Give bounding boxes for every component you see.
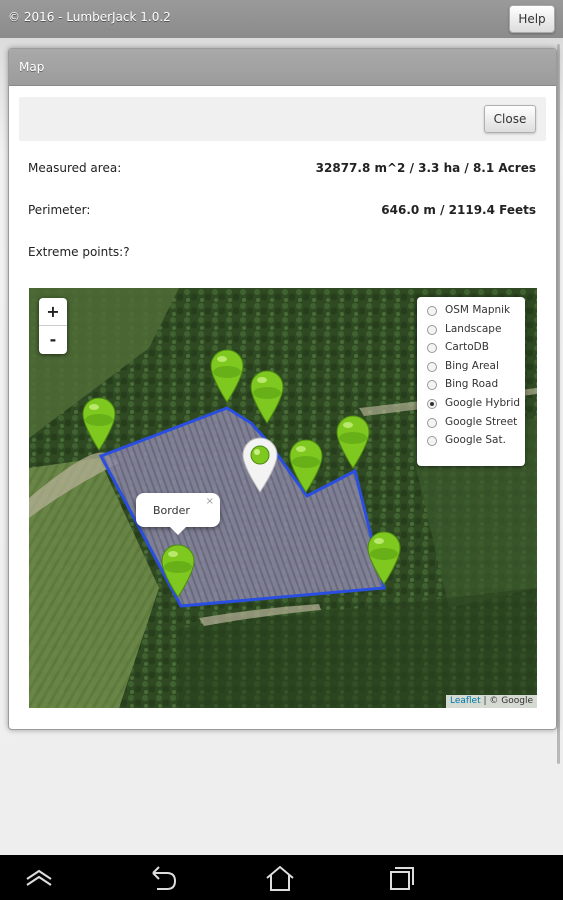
leaflet-link[interactable]: Leaflet [450, 696, 481, 706]
map-marker-icon[interactable] [288, 438, 324, 494]
perimeter-row: Perimeter: 646.0 m / 2119.4 Feets [28, 203, 536, 221]
radio-button[interactable] [427, 436, 437, 447]
dialog-toolbar: Close [19, 97, 546, 141]
layer-option[interactable]: Landscape [417, 322, 525, 341]
radio-button[interactable] [427, 380, 437, 391]
map-marker-icon[interactable] [366, 530, 402, 586]
map-marker-icon[interactable] [335, 414, 371, 470]
recent-apps-icon[interactable] [385, 863, 419, 893]
app-bar: © 2016 - LumberJack 1.0.2 Help [0, 0, 563, 39]
map-marker-icon[interactable] [81, 396, 117, 452]
map-attribution: Leaflet | © Google [445, 695, 537, 708]
layer-label: Google Sat. [445, 434, 506, 447]
back-icon[interactable] [145, 863, 179, 893]
layer-option[interactable]: Google Hybrid [417, 396, 525, 415]
help-button[interactable]: Help [509, 5, 555, 33]
layer-option[interactable]: Bing Areal [417, 359, 525, 378]
home-icon[interactable] [263, 863, 297, 893]
zoom-out-button[interactable]: - [39, 326, 67, 353]
layer-option[interactable]: OSM Mapnik [417, 303, 525, 322]
perimeter-value: 646.0 m / 2119.4 Feets [381, 203, 536, 217]
radio-button[interactable] [427, 417, 437, 428]
map-marker-icon[interactable] [209, 348, 245, 404]
popup-close-button[interactable]: × [206, 496, 214, 507]
dialog-title: Map [19, 60, 45, 74]
extreme-points-label[interactable]: Extreme points:? [28, 245, 130, 259]
layer-label: OSM Mapnik [445, 304, 511, 316]
measured-area-label: Measured area: [28, 161, 122, 175]
attribution-text: | © Google [480, 696, 534, 706]
system-nav-bar [0, 855, 563, 900]
border-popup[interactable]: Border × [136, 493, 220, 535]
map-dialog: Map Close Measured area: 32877.8 m^2 / 3… [8, 48, 557, 730]
map-marker-icon[interactable] [160, 543, 196, 599]
radio-button[interactable] [427, 306, 437, 316]
radio-button[interactable] [427, 361, 437, 372]
layer-label: CartoDB [445, 341, 489, 354]
radio-button[interactable] [427, 343, 437, 354]
center-pin-icon[interactable] [241, 436, 279, 494]
measured-area-row: Measured area: 32877.8 m^2 / 3.3 ha / 8.… [28, 161, 536, 179]
app-title: © 2016 - LumberJack 1.0.2 [8, 10, 171, 24]
layer-option[interactable]: Bing Road [417, 377, 525, 396]
collapse-icon[interactable] [22, 863, 56, 893]
extreme-points-row[interactable]: Extreme points:? [28, 245, 536, 263]
zoom-in-button[interactable]: + [39, 298, 67, 326]
map-view[interactable]: Border × + - OSM Mapnik Landscape CartoD… [29, 288, 537, 708]
layer-option[interactable]: CartoDB [417, 340, 525, 359]
layer-label: Bing Road [445, 378, 499, 391]
layer-option[interactable]: Google Sat. [417, 433, 525, 452]
close-button[interactable]: Close [484, 105, 536, 133]
layer-label: Google Hybrid [445, 396, 521, 409]
measured-area-value: 32877.8 m^2 / 3.3 ha / 8.1 Acres [315, 161, 536, 175]
layer-label: Landscape [445, 322, 502, 335]
zoom-control: + - [39, 298, 67, 354]
dialog-header: Map [9, 49, 556, 86]
popup-text: Border [153, 504, 190, 517]
map-marker-icon[interactable] [249, 369, 285, 425]
layer-label: Bing Areal [445, 359, 499, 372]
radio-button-selected[interactable] [427, 398, 437, 409]
layer-label: Google Street [445, 415, 518, 428]
layer-switcher: OSM Mapnik Landscape CartoDB Bing Areal … [417, 297, 525, 466]
perimeter-label: Perimeter: [28, 203, 91, 217]
radio-button[interactable] [427, 324, 437, 335]
scrollbar[interactable] [557, 44, 560, 764]
layer-option[interactable]: Google Street [417, 415, 525, 434]
